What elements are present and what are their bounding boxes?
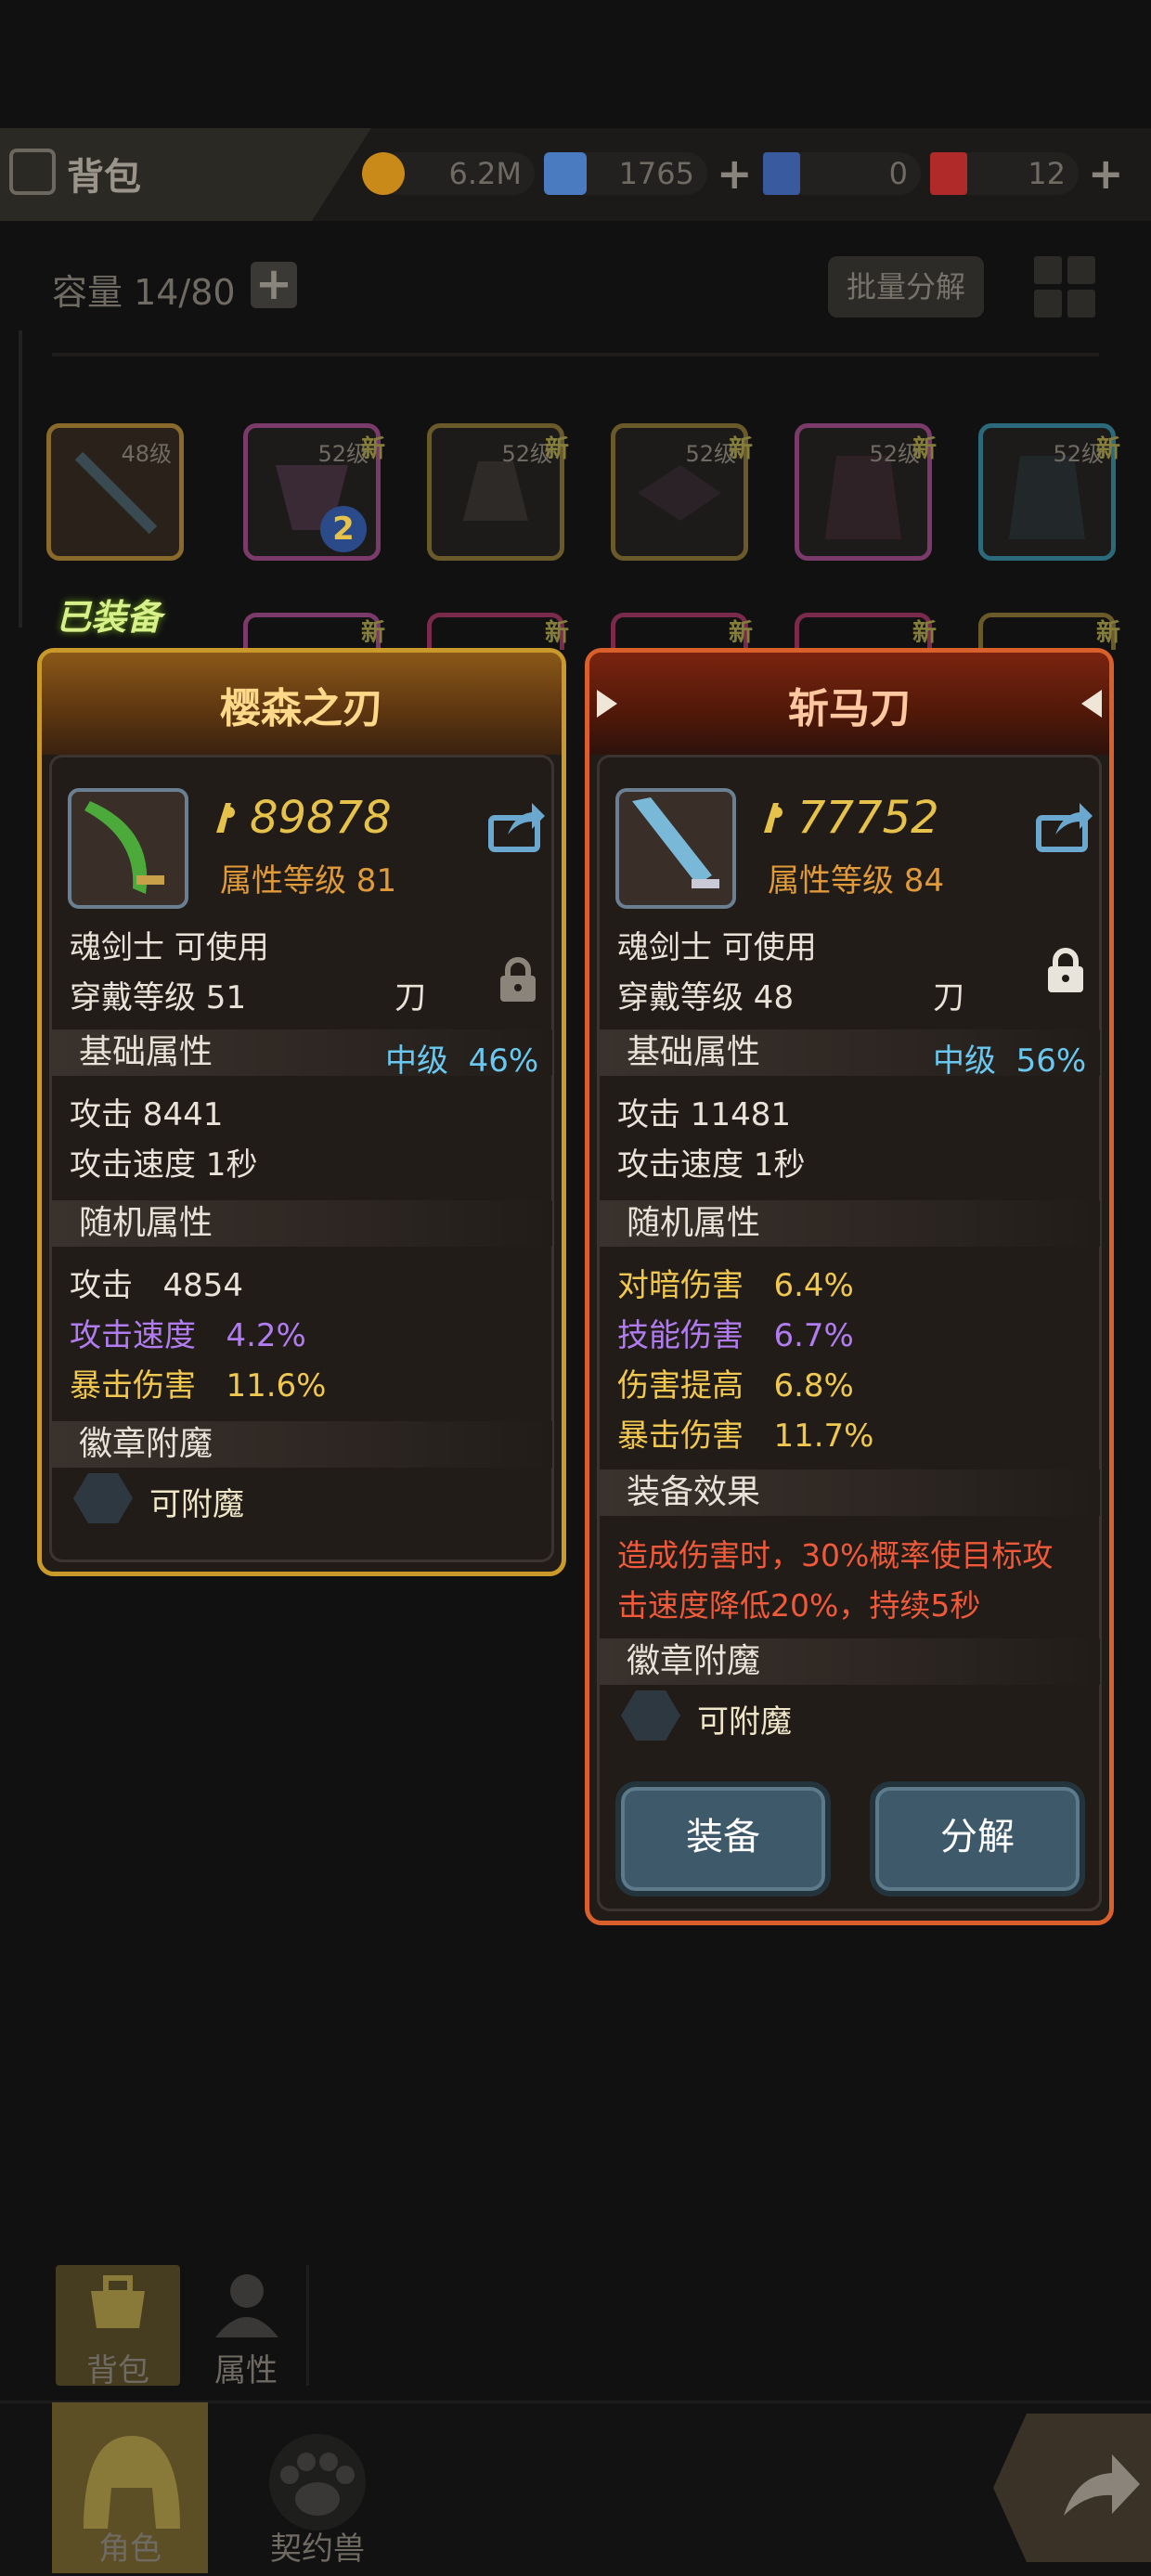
weapon-icon: [615, 788, 736, 909]
bag-title: 背包: [67, 156, 141, 199]
subnav-attributes-label: 属性: [214, 2352, 278, 2389]
bag-icon: [91, 2275, 145, 2328]
expand-capacity-button[interactable]: +: [251, 262, 297, 308]
item-title: 樱森之刃: [220, 685, 383, 732]
attribute-level: 属性等级 84: [768, 862, 945, 900]
divider: [306, 2265, 309, 2386]
equip-effect-section: 装备效果: [599, 1469, 1100, 1516]
inventory-slot[interactable]: 52级 新: [611, 423, 753, 561]
crystal-icon: [544, 152, 587, 195]
red-card-resource: 12 +: [930, 150, 1124, 197]
enchant-slot-icon[interactable]: [73, 1471, 133, 1525]
random-stat-row: 对暗伤害 6.4%: [617, 1267, 854, 1304]
lock-icon[interactable]: [497, 957, 539, 1003]
badge-enchant-section: 徽章附魔: [599, 1638, 1100, 1685]
base-stat-attack-speed: 攻击速度 1秒: [617, 1146, 806, 1184]
gold-coin-icon: [362, 152, 405, 195]
equip-button[interactable]: 装备: [615, 1781, 831, 1896]
inventory-slot[interactable]: 新: [978, 613, 1120, 650]
divider: [52, 353, 1099, 356]
green-blade-icon: [84, 801, 164, 894]
star-rank-badge: 2: [320, 506, 367, 552]
item-title: 斩马刀: [788, 685, 911, 732]
decompose-button[interactable]: 分解: [870, 1781, 1085, 1896]
inventory-slot[interactable]: 新: [427, 613, 569, 650]
power-icon: [764, 803, 782, 833]
class-usable: 魂剑士 可使用: [70, 929, 269, 966]
enchant-label: 可附魔: [697, 1703, 792, 1741]
random-attributes-section: 随机属性: [51, 1200, 552, 1247]
bag-icon: [9, 149, 56, 195]
power-score: 89878: [209, 792, 392, 844]
base-stat-attack: 攻击 8441: [70, 1096, 224, 1133]
weapon-type: 刀: [394, 979, 426, 1016]
blue-card-resource: 0: [763, 150, 921, 197]
wear-level: 穿戴等级 48: [617, 979, 795, 1016]
gold-resource: 6.2M: [362, 150, 535, 197]
class-usable: 魂剑士 可使用: [617, 929, 817, 966]
nav-character-label: 角色: [98, 2531, 162, 2568]
power-icon: [216, 803, 235, 833]
person-icon: [215, 2274, 278, 2337]
grid-view-icon: [1034, 256, 1062, 284]
selected-item-card: 斩马刀 77752 属性等级 84 魂剑士 可使用 穿戴等级 48 刀 基础属性…: [585, 648, 1114, 1925]
equip-effect-text: 击速度降低20%，持续5秒: [617, 1587, 981, 1624]
random-stat-row: 攻击速度 4.2%: [70, 1317, 306, 1354]
random-stat-row: 攻击 4854: [70, 1267, 243, 1304]
paw-icon[interactable]: [249, 2430, 386, 2532]
weapon-icon: [68, 788, 188, 909]
wear-level: 穿戴等级 51: [70, 979, 247, 1016]
inventory-slot[interactable]: 新: [611, 613, 753, 650]
inventory-slot[interactable]: 48级: [46, 423, 184, 561]
enchant-label: 可附魔: [149, 1486, 244, 1523]
random-stat-row: 暴击伤害 11.7%: [617, 1417, 874, 1455]
random-stat-row: 伤害提高 6.8%: [617, 1367, 854, 1405]
add-red-card-button[interactable]: +: [1088, 152, 1124, 195]
attribute-level: 属性等级 81: [220, 862, 397, 900]
nav-pet-label: 契约兽: [270, 2531, 365, 2568]
inventory-slot[interactable]: 52级 新: [795, 423, 937, 561]
lock-icon[interactable]: [1044, 948, 1087, 994]
badge-enchant-section: 徽章附魔: [51, 1421, 552, 1468]
inventory-slot[interactable]: 新: [795, 613, 937, 650]
random-attributes-section: 随机属性: [599, 1200, 1100, 1247]
inventory-slot[interactable]: 新: [243, 613, 385, 650]
equipped-item-card: 樱森之刃 89878 属性等级 81 魂剑士 可使用 穿戴等级 51 刀 基础属…: [37, 648, 566, 1576]
helmet-icon: [84, 2436, 180, 2529]
inventory-slot[interactable]: 52级 新: [978, 423, 1120, 561]
power-score: 77752: [757, 792, 939, 844]
forward-arrow-icon: [1064, 2454, 1140, 2516]
capacity-label: 容量 14/80: [52, 272, 236, 313]
enchant-slot-icon[interactable]: [621, 1689, 680, 1742]
random-stat-row: 暴击伤害 11.6%: [70, 1367, 327, 1405]
red-card-icon: [930, 152, 967, 195]
crystal-resource: 1765 +: [544, 150, 753, 197]
equipped-badge: 已装备: [56, 597, 162, 638]
base-stat-attack: 攻击 11481: [617, 1096, 791, 1133]
random-stat-row: 技能伤害 6.7%: [617, 1317, 854, 1354]
bulk-decompose-button[interactable]: 批量分解: [828, 256, 984, 317]
inventory-slot[interactable]: 52级 新 2: [243, 423, 385, 561]
side-scroll-indicator: [19, 330, 22, 628]
subnav-bag-label: 背包: [86, 2352, 149, 2389]
grade-label: 中级 56%: [933, 1042, 1087, 1080]
base-stat-attack-speed: 攻击速度 1秒: [70, 1146, 258, 1184]
blue-card-icon: [763, 152, 800, 195]
grid-view-button[interactable]: [1034, 256, 1097, 319]
inventory-slot[interactable]: 52级 新: [427, 423, 569, 561]
add-crystal-button[interactable]: +: [717, 152, 753, 195]
share-icon[interactable]: [487, 801, 547, 853]
bag-tab: [0, 128, 371, 221]
weapon-type: 刀: [933, 979, 964, 1016]
ice-blade-icon: [632, 797, 719, 888]
grade-label: 中级 46%: [385, 1042, 539, 1080]
share-icon[interactable]: [1035, 801, 1094, 853]
equip-effect-text: 造成伤害时，30%概率使目标攻: [617, 1537, 1054, 1573]
